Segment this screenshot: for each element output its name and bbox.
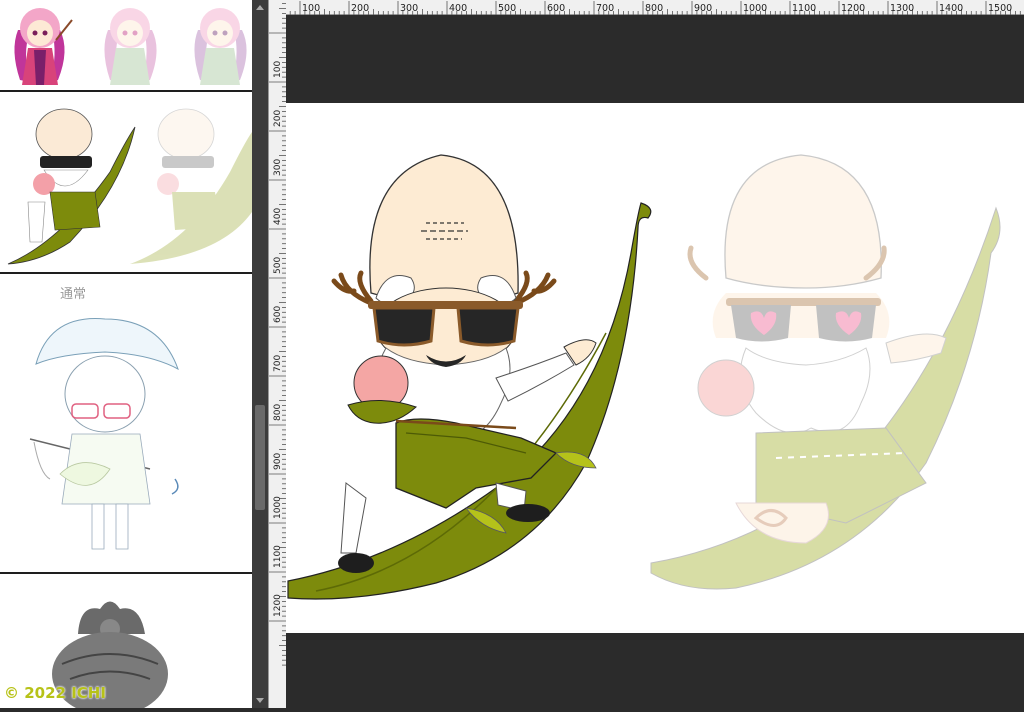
thumbnail-fox-girl-art <box>14 8 247 85</box>
thumbnail-fox-girl[interactable] <box>0 0 252 90</box>
old-man-illustration <box>287 154 652 600</box>
vertical-ruler: 100 200 300 400 500 600 700 800 900 1000 1100 1200 <box>268 0 287 708</box>
ruler-label: 1200 <box>273 594 283 617</box>
ruler-label: 800 <box>645 3 663 14</box>
ruler-label: 1500 <box>988 3 1012 14</box>
canvas[interactable] <box>286 103 1024 633</box>
ruler-label: 1400 <box>939 3 963 14</box>
ruler-label: 900 <box>694 3 712 14</box>
scrollbar-thumb[interactable] <box>255 405 265 510</box>
thumbnail-panel: 通常 © 2022 ICHI <box>0 0 252 708</box>
ruler-label: 100 <box>302 3 320 14</box>
ruler-label: 300 <box>400 3 418 14</box>
old-man-color-reference <box>650 154 1001 590</box>
thumbnail-fisher-boy[interactable]: 通常 <box>0 274 252 572</box>
ruler-label: 1300 <box>890 3 914 14</box>
ruler-label: 1000 <box>743 3 767 14</box>
thumbnail-label: 通常 <box>60 287 86 302</box>
ruler-label: 700 <box>273 355 283 372</box>
ruler-label: 1200 <box>841 3 865 14</box>
thumbnail-old-man-art <box>7 108 252 265</box>
ruler-label: 500 <box>498 3 516 14</box>
ruler-label: 1000 <box>273 496 283 519</box>
ruler-label: 300 <box>273 159 283 176</box>
thumbnail-fisher-boy-art: 通常 <box>29 287 179 550</box>
vertical-ruler-scale: 100 200 300 400 500 600 700 800 900 1000 1100 1200 <box>269 3 287 666</box>
thumbnail-old-man[interactable] <box>0 92 252 272</box>
illustration <box>287 154 1001 600</box>
ruler-label: 1100 <box>273 545 283 568</box>
canvas-area[interactable] <box>286 15 1024 708</box>
ruler-label: 200 <box>273 110 283 127</box>
horizontal-ruler: 100 200 300 400 500 600 700 800 900 1000 1100 1200 1… <box>286 0 1024 15</box>
ruler-label: 400 <box>273 208 283 225</box>
horizontal-ruler-scale: 100 200 300 400 500 600 700 800 900 1000 1100 1200 1… <box>289 1 1021 15</box>
ruler-label: 100 <box>273 61 283 78</box>
ruler-label: 400 <box>449 3 467 14</box>
thumbnail-scrollbar[interactable] <box>252 0 268 708</box>
ruler-label: 900 <box>273 453 283 470</box>
ruler-label: 700 <box>596 3 614 14</box>
scroll-up-icon[interactable] <box>252 0 268 16</box>
ruler-label: 1100 <box>792 3 816 14</box>
scroll-down-icon[interactable] <box>252 692 268 708</box>
ruler-label: 600 <box>273 306 283 323</box>
ruler-label: 200 <box>351 3 369 14</box>
ruler-label: 800 <box>273 404 283 421</box>
ruler-label: 600 <box>547 3 565 14</box>
ruler-label: 500 <box>273 257 283 274</box>
copyright-text: © 2022 ICHI <box>4 684 106 702</box>
